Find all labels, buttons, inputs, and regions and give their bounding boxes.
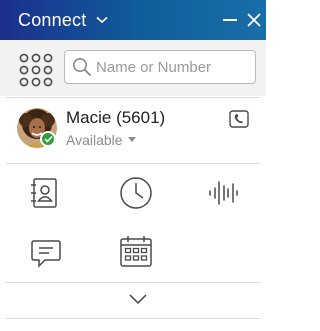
search-field[interactable] — [64, 50, 256, 84]
audio-wave-icon[interactable] — [206, 175, 242, 211]
search-input[interactable] — [96, 58, 256, 76]
divider — [6, 318, 260, 319]
title-bar: Connect — [0, 0, 266, 40]
contacts-icon[interactable] — [26, 175, 62, 211]
status-label: Available — [66, 132, 123, 148]
chevron-down-icon[interactable] — [96, 15, 110, 25]
status-selector[interactable]: Available — [66, 132, 136, 148]
app-title: Connect — [18, 9, 87, 30]
expand-chevron-icon[interactable] — [123, 288, 153, 310]
divider — [6, 282, 260, 283]
calendar-icon[interactable] — [118, 233, 154, 269]
close-icon[interactable] — [244, 10, 264, 30]
user-name: Macie (5601) — [66, 108, 166, 127]
dialpad-icon[interactable] — [18, 52, 54, 88]
divider — [6, 163, 260, 164]
divider — [6, 97, 260, 98]
chat-icon[interactable] — [28, 235, 64, 271]
voicemail-icon[interactable] — [229, 110, 249, 128]
presence-badge — [40, 131, 56, 147]
search-bar — [0, 40, 266, 96]
profile-card: Macie (5601) Available — [0, 100, 266, 164]
search-icon — [72, 57, 92, 77]
caret-down-icon — [127, 137, 136, 143]
clock-icon[interactable] — [118, 175, 154, 211]
minimize-icon[interactable] — [220, 10, 240, 30]
